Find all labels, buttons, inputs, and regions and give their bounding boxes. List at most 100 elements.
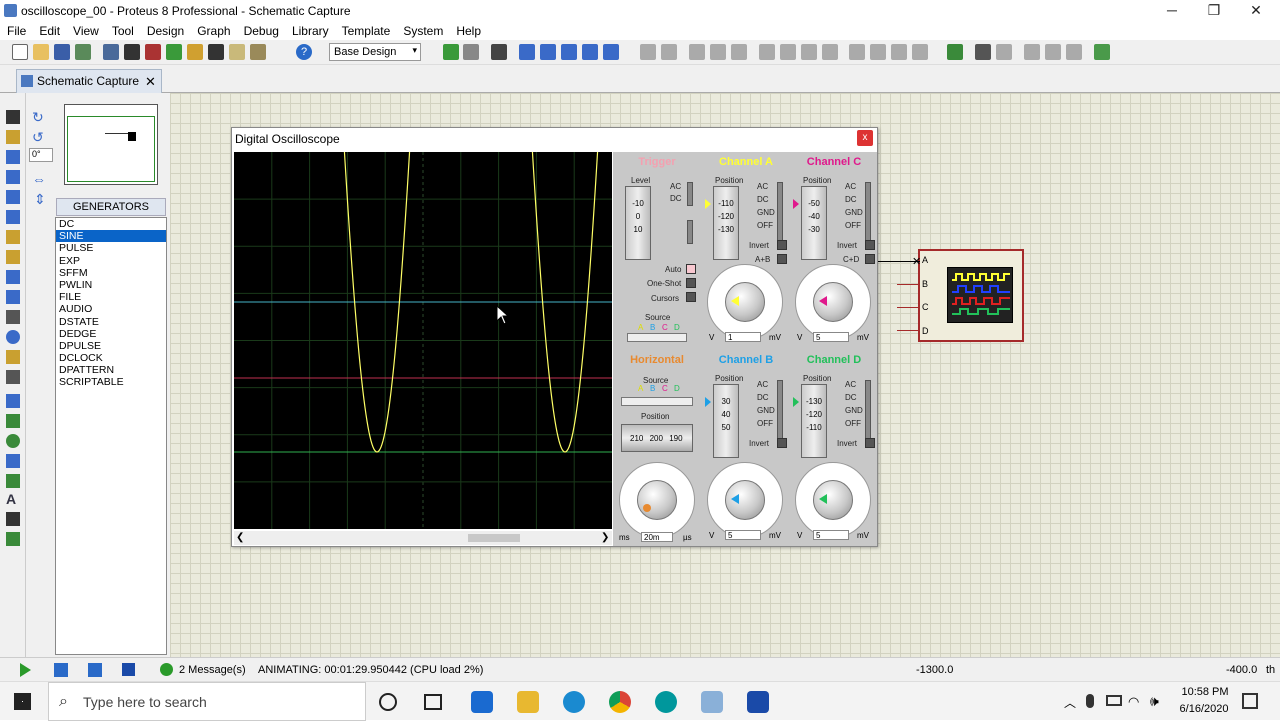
tab-schematic-capture[interactable]: Schematic Capture ✕ [16, 69, 162, 93]
menu-library[interactable]: Library [285, 21, 335, 38]
import-icon[interactable] [75, 44, 91, 60]
list-item[interactable]: DC [56, 218, 166, 230]
box-icon[interactable] [6, 414, 20, 428]
save-icon[interactable] [54, 44, 70, 60]
zoom-in-icon[interactable] [540, 44, 556, 60]
channel-a-gain-value[interactable]: 1 [725, 332, 761, 342]
channel-c-invert-button[interactable] [865, 240, 875, 250]
property-icon[interactable] [996, 44, 1012, 60]
cortana-icon[interactable] [379, 693, 397, 711]
channel-a-invert-button[interactable] [777, 240, 787, 250]
list-item[interactable]: PULSE [56, 242, 166, 254]
channel-b-invert-button[interactable] [777, 438, 787, 448]
pick-device-icon[interactable] [849, 44, 865, 60]
oscilloscope-window[interactable]: Digital Oscilloscope x ❮ ❯ Trigger Level… [231, 0, 878, 547]
marker-icon[interactable] [6, 532, 20, 546]
cut-icon[interactable] [689, 44, 705, 60]
trigger-auto-button[interactable] [686, 264, 696, 274]
mirror-x-icon[interactable]: ⇔ [32, 171, 46, 187]
block-delete-icon[interactable] [822, 44, 838, 60]
channel-d-position-strip[interactable]: -130 -120 -110 [801, 384, 827, 458]
block-rotate-icon[interactable] [801, 44, 817, 60]
channel-b-position-strip[interactable]: 30 40 50 [713, 384, 739, 458]
pan-icon[interactable] [519, 44, 535, 60]
close-button[interactable]: ✕ [1234, 0, 1278, 21]
list-item[interactable]: PWLIN [56, 279, 166, 291]
home-icon[interactable] [103, 44, 119, 60]
timebase-value[interactable]: 20m [641, 532, 673, 542]
symbol-icon[interactable] [6, 512, 20, 526]
chrome-icon[interactable] [609, 691, 631, 713]
file-explorer-icon[interactable] [517, 691, 539, 713]
step-icon[interactable] [54, 663, 68, 677]
trigger-edge-switch[interactable] [687, 220, 693, 244]
design-select[interactable]: Base Design ▾ [329, 43, 421, 61]
list-item[interactable]: FILE [56, 291, 166, 303]
redo-icon[interactable] [661, 44, 677, 60]
gerber-icon[interactable] [187, 44, 203, 60]
trigger-source-slider[interactable] [627, 333, 687, 342]
notification-icon[interactable] [1242, 693, 1258, 709]
package-icon[interactable] [891, 44, 907, 60]
task-view-icon[interactable] [424, 694, 442, 710]
rotate-ccw-icon[interactable]: ↺ [32, 129, 48, 145]
search-icon[interactable] [975, 44, 991, 60]
trigger-level-strip[interactable]: -10 0 10 [625, 186, 651, 260]
channel-a-position-strip[interactable]: -110 -120 -130 [713, 186, 739, 260]
scroll-right-icon[interactable]: ❯ [601, 532, 609, 543]
overview-window[interactable] [64, 104, 158, 185]
edge-icon[interactable] [563, 691, 585, 713]
list-item-selected[interactable]: SINE [56, 230, 166, 243]
undo-icon[interactable] [640, 44, 656, 60]
close-icon[interactable]: ✕ [145, 74, 156, 90]
list-item[interactable]: EXP [56, 255, 166, 267]
schematic-icon[interactable] [124, 44, 140, 60]
pin-icon[interactable] [6, 270, 20, 284]
graph-icon[interactable] [6, 290, 20, 304]
menu-debug[interactable]: Debug [237, 21, 285, 38]
mail-icon[interactable] [471, 691, 493, 713]
back-icon[interactable] [166, 44, 182, 60]
oscilloscope-close-button[interactable]: x [857, 130, 873, 146]
trigger-oneshot-button[interactable] [686, 278, 696, 288]
list-item[interactable]: SFFM [56, 267, 166, 279]
restore-button[interactable]: ❐ [1192, 0, 1236, 21]
list-item[interactable]: DPATTERN [56, 364, 166, 376]
bom-icon[interactable] [208, 44, 224, 60]
arc-icon[interactable] [6, 454, 20, 468]
menu-file[interactable]: File [0, 21, 32, 38]
network-icon[interactable] [1106, 695, 1122, 706]
oscilloscope-device[interactable]: A B C D [918, 249, 1024, 342]
menu-help[interactable]: Help [449, 21, 487, 38]
stop-icon[interactable] [122, 663, 135, 676]
new-file-icon[interactable] [12, 44, 28, 60]
messages-icon[interactable] [160, 663, 173, 676]
tape-recorder-icon[interactable] [6, 310, 20, 324]
list-item[interactable]: DEDGE [56, 328, 166, 340]
list-item[interactable]: DCLOCK [56, 352, 166, 364]
terminal-icon[interactable] [6, 250, 20, 264]
junction-icon[interactable] [6, 150, 20, 164]
text-icon[interactable]: A [6, 491, 20, 507]
channel-c-position-strip[interactable]: -50 -40 -30 [801, 186, 827, 260]
wifi-icon[interactable]: ◠ [1128, 694, 1139, 710]
origin-icon[interactable] [491, 44, 507, 60]
new-sheet-icon[interactable] [1024, 44, 1040, 60]
block-move-icon[interactable] [780, 44, 796, 60]
pin-b[interactable] [897, 284, 919, 285]
list-item[interactable]: AUDIO [56, 303, 166, 315]
menu-edit[interactable]: Edit [32, 21, 66, 38]
make-device-icon[interactable] [870, 44, 886, 60]
channel-c-coupling-switch[interactable] [865, 182, 871, 246]
open-folder-icon[interactable] [33, 44, 49, 60]
channel-b-gain-value[interactable]: 5 [725, 530, 761, 540]
rotate-cw-icon[interactable]: ↻ [32, 109, 48, 125]
microphone-icon[interactable] [1086, 694, 1094, 708]
menu-system[interactable]: System [396, 21, 449, 38]
chevron-up-icon[interactable]: ︿ [1064, 694, 1076, 711]
netlist-icon[interactable] [1094, 44, 1110, 60]
play-icon[interactable] [20, 663, 31, 677]
bus-icon[interactable] [6, 210, 20, 224]
circle-icon[interactable] [6, 434, 20, 448]
wire-label-icon[interactable] [6, 170, 20, 184]
